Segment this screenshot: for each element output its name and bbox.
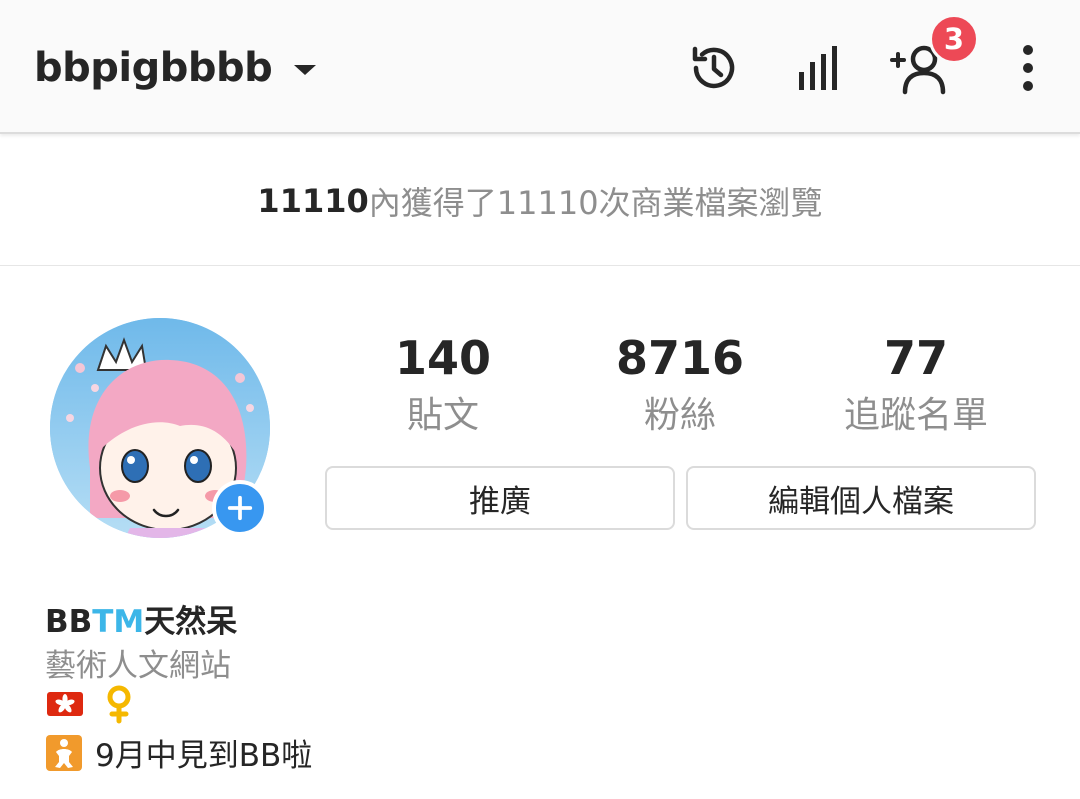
plus-icon: [227, 495, 253, 521]
female-sign-icon: [107, 685, 131, 724]
name-prefix: BB: [45, 604, 93, 640]
username: bbpigbbbb: [34, 45, 273, 91]
insights-bar-chart-icon[interactable]: [790, 40, 846, 96]
profile-avatar[interactable]: [50, 318, 270, 538]
chevron-down-icon: [294, 65, 317, 75]
stat-followers[interactable]: 8716 粉絲: [570, 330, 790, 446]
stat-posts[interactable]: 140 貼文: [333, 330, 553, 446]
bio-line-text: 9月中見到BB啦: [95, 738, 313, 774]
more-options-icon[interactable]: [1008, 40, 1048, 96]
bio-line: 9月中見到BB啦: [45, 730, 312, 775]
history-icon[interactable]: [686, 40, 742, 96]
stat-label: 追蹤名單: [843, 395, 988, 436]
profile-name: BBTM天然呆: [45, 596, 237, 641]
hong-kong-flag-icon: [47, 692, 83, 716]
banner-text: 內獲得了11110次商業檔案瀏覽: [368, 183, 823, 222]
baby-symbol-icon: [46, 734, 82, 771]
profile-category: 藝術人文網站: [45, 648, 231, 684]
name-tm: TM: [92, 604, 145, 640]
notification-badge: 3: [929, 14, 979, 64]
bio-emoji-row: [45, 684, 135, 724]
name-suffix: 天然呆: [144, 604, 238, 640]
promote-button[interactable]: 推廣: [325, 466, 675, 530]
stat-value: 77: [883, 331, 948, 385]
edit-profile-button[interactable]: 編輯個人檔案: [686, 466, 1036, 530]
top-bar: bbpigbbbb 3: [0, 0, 1080, 134]
stat-label: 貼文: [406, 395, 479, 436]
banner-count: 11110: [257, 181, 369, 220]
stat-label: 粉絲: [643, 395, 716, 436]
stat-following[interactable]: 77 追蹤名單: [806, 330, 1026, 446]
account-switcher[interactable]: bbpigbbbb: [34, 42, 317, 94]
stat-value: 140: [394, 331, 492, 385]
profile-views-banner[interactable]: 11110 內獲得了11110次商業檔案瀏覽: [0, 136, 1080, 266]
add-story-button[interactable]: [212, 480, 268, 536]
stat-value: 8716: [615, 331, 745, 385]
